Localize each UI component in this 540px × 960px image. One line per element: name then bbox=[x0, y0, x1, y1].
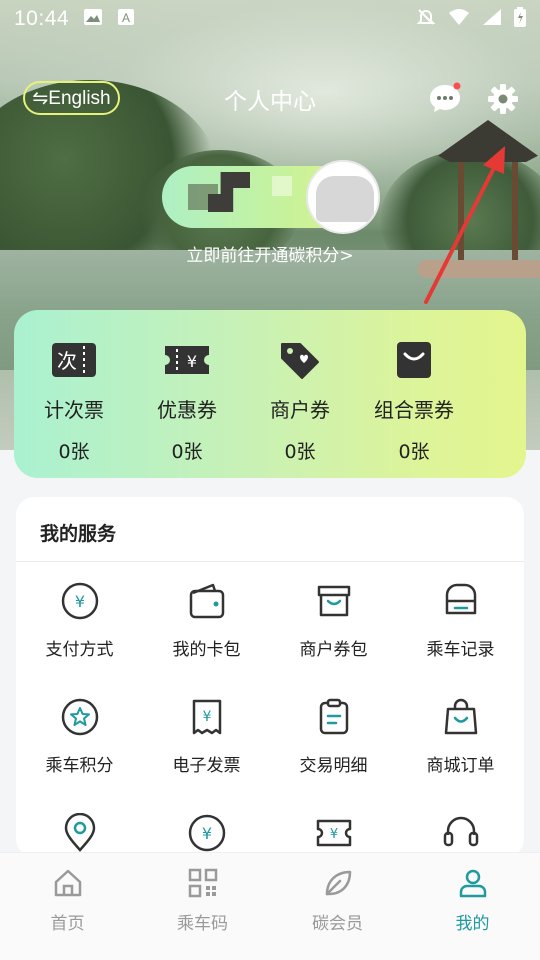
wifi-icon bbox=[448, 8, 470, 30]
service-label: 支付方式 bbox=[45, 640, 114, 660]
service-card-wallet[interactable]: 我的卡包 bbox=[143, 581, 270, 660]
ticket-item-coupon[interactable]: ¥ 优惠券 0张 bbox=[127, 340, 247, 464]
service-e-invoice[interactable]: ¥ 电子发票 bbox=[143, 697, 270, 776]
service-transactions[interactable]: 交易明细 bbox=[270, 697, 397, 776]
ticket-count: 0张 bbox=[58, 441, 90, 463]
tab-home[interactable]: 首页 bbox=[0, 867, 135, 934]
ticket-summary-card: 次 计次票 0张 ¥ 优惠券 0张 商户券 0张 组合票券 0张 bbox=[14, 310, 526, 478]
my-services-card: 我的服务 ¥ 支付方式 我的卡包 商户券包 乘车记录 乘车积分 ¥ 电子发票 交… bbox=[16, 497, 524, 857]
service-mall-orders[interactable]: 商城订单 bbox=[397, 697, 524, 776]
chat-bubble-icon bbox=[428, 82, 462, 118]
service-label: 电子发票 bbox=[172, 756, 241, 776]
service-merchant-coupons[interactable]: 商户券包 bbox=[270, 581, 397, 660]
ticket-count: 0张 bbox=[284, 441, 316, 463]
bus-icon bbox=[441, 581, 481, 621]
message-badge bbox=[453, 82, 461, 90]
user-icon bbox=[457, 867, 489, 899]
section-title: 我的服务 bbox=[40, 523, 117, 545]
service-ticket[interactable]: ¥ bbox=[270, 813, 397, 857]
ticket-name: 计次票 bbox=[44, 398, 104, 422]
svg-text:¥: ¥ bbox=[74, 592, 84, 611]
service-payment-method[interactable]: ¥ 支付方式 bbox=[16, 581, 143, 660]
ticket-name: 组合票券 bbox=[374, 398, 454, 422]
ticket-icon: ¥ bbox=[314, 813, 354, 853]
merchant-box-icon bbox=[314, 581, 354, 621]
ticket-name: 优惠券 bbox=[157, 398, 217, 422]
qr-code-icon bbox=[187, 867, 219, 899]
tab-ride-code[interactable]: 乘车码 bbox=[135, 867, 270, 934]
leaf-icon bbox=[322, 867, 354, 899]
divider bbox=[16, 561, 524, 562]
service-label: 我的卡包 bbox=[172, 640, 241, 660]
mute-icon bbox=[416, 7, 436, 31]
battery-icon bbox=[514, 7, 526, 31]
service-label: 商城订单 bbox=[426, 756, 495, 776]
svg-text:¥: ¥ bbox=[201, 824, 211, 843]
ticket-count: 0张 bbox=[398, 441, 430, 463]
tab-label: 乘车码 bbox=[177, 914, 228, 934]
headset-icon bbox=[441, 813, 481, 853]
svg-text:¥: ¥ bbox=[187, 352, 197, 371]
bottom-tab-bar: 首页 乘车码 碳会员 我的 bbox=[0, 852, 540, 960]
font-icon: A bbox=[117, 8, 135, 30]
shopping-bag-icon bbox=[441, 697, 481, 737]
combo-ticket-icon bbox=[390, 340, 438, 380]
tab-carbon-member[interactable]: 碳会员 bbox=[270, 867, 405, 934]
service-yen[interactable]: ¥ bbox=[143, 813, 270, 857]
invoice-icon: ¥ bbox=[187, 697, 227, 737]
gear-icon bbox=[486, 84, 520, 120]
svg-text:次: 次 bbox=[57, 349, 77, 373]
yen-circle-icon: ¥ bbox=[187, 813, 227, 853]
count-ticket-icon: 次 bbox=[50, 340, 98, 380]
service-location[interactable] bbox=[16, 812, 143, 857]
image-icon bbox=[83, 8, 103, 30]
carbon-avatar[interactable] bbox=[306, 160, 380, 234]
home-icon bbox=[52, 867, 84, 899]
ticket-name: 商户券 bbox=[270, 398, 330, 422]
ticket-item-combo[interactable]: 组合票券 0张 bbox=[354, 340, 474, 464]
service-ride-points[interactable]: 乘车积分 bbox=[16, 697, 143, 776]
svg-text:¥: ¥ bbox=[329, 827, 337, 842]
yen-circle-icon: ¥ bbox=[60, 581, 100, 621]
page-header: ⇋English 个人中心 bbox=[0, 70, 540, 126]
settings-button[interactable] bbox=[486, 82, 520, 116]
status-time: 10:44 bbox=[14, 7, 70, 30]
tab-label: 首页 bbox=[50, 914, 85, 934]
coupon-icon: ¥ bbox=[163, 340, 211, 380]
ticket-item-merchant[interactable]: 商户券 0张 bbox=[240, 340, 360, 464]
clipboard-icon bbox=[314, 697, 354, 737]
tab-label: 碳会员 bbox=[312, 914, 363, 934]
wallet-icon bbox=[187, 581, 227, 621]
merchant-coupon-icon bbox=[276, 340, 324, 380]
carbon-open-link[interactable]: 立即前往开通碳积分> bbox=[0, 241, 540, 266]
signal-icon bbox=[482, 8, 502, 30]
status-bar: 10:44 A bbox=[0, 0, 540, 38]
ticket-item-count[interactable]: 次 计次票 0张 bbox=[14, 340, 134, 464]
service-support[interactable] bbox=[397, 813, 524, 857]
star-circle-icon bbox=[60, 697, 100, 737]
svg-text:A: A bbox=[122, 11, 130, 25]
tab-mine[interactable]: 我的 bbox=[405, 867, 540, 934]
service-ride-records[interactable]: 乘车记录 bbox=[397, 581, 524, 660]
service-label: 乘车积分 bbox=[45, 756, 114, 776]
ticket-count: 0张 bbox=[171, 441, 203, 463]
location-icon bbox=[60, 812, 100, 853]
service-label: 交易明细 bbox=[299, 756, 368, 776]
service-label: 商户券包 bbox=[299, 640, 368, 660]
svg-text:¥: ¥ bbox=[202, 709, 211, 725]
message-button[interactable] bbox=[428, 82, 462, 114]
service-label: 乘车记录 bbox=[426, 640, 495, 660]
tab-label: 我的 bbox=[455, 914, 490, 934]
